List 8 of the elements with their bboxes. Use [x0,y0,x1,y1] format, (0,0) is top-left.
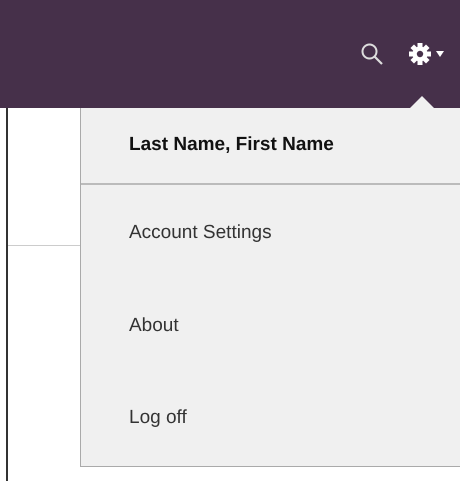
user-name: Last Name, First Name [81,108,460,185]
settings-button[interactable] [408,42,444,66]
search-button[interactable] [360,42,384,66]
menu-item[interactable]: About [81,280,460,372]
search-icon [360,42,384,66]
menu-item[interactable]: Log off [81,372,460,464]
caret-icon [436,51,444,57]
menu-item[interactable]: Account Settings [81,185,460,280]
